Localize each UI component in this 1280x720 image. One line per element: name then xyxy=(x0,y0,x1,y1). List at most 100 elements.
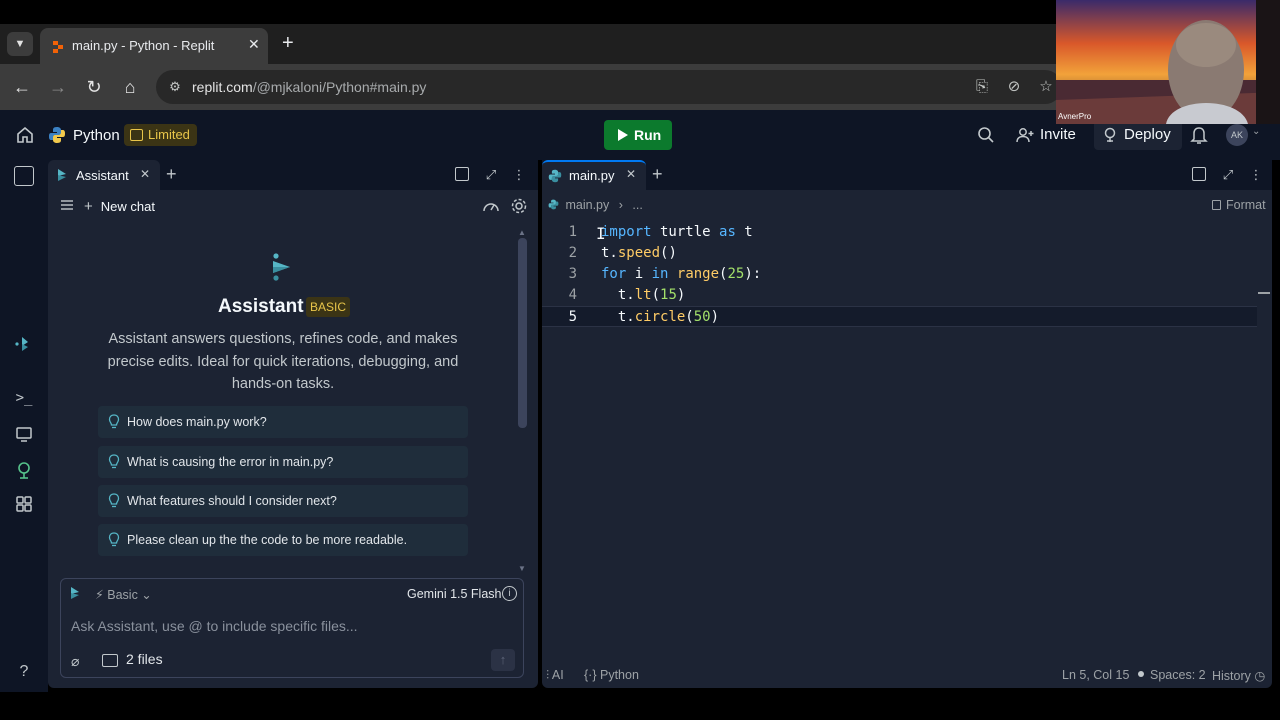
address-bar[interactable]: ⚙ replit.com/@mjkaloni/Python#main.py ⎘ … xyxy=(156,70,1062,104)
history-button[interactable]: History ◷ xyxy=(1212,668,1265,683)
terminal-icon[interactable]: >_ xyxy=(14,388,34,408)
attach-paperclip-icon[interactable]: ⌀ xyxy=(71,653,83,669)
format-icon xyxy=(1212,200,1221,210)
scroll-up-arrow-icon[interactable]: ▲ xyxy=(518,228,526,237)
help-question-icon[interactable]: ? xyxy=(14,662,34,682)
line-number: 2 xyxy=(568,245,577,261)
spaces-label: Spaces: 2 xyxy=(1150,668,1206,682)
reload-icon[interactable]: ↻ xyxy=(83,76,105,98)
code-text: for i in range(25): xyxy=(601,266,762,282)
eye-off-icon[interactable]: ⊘ xyxy=(1004,77,1024,97)
indent-status[interactable]: Spaces: 2 xyxy=(1138,668,1206,682)
screen: ▼ main.py - Python - Replit ✕ + ← → ↻ ⌂ … xyxy=(0,0,1280,720)
folder-icon[interactable] xyxy=(102,654,118,667)
speedometer-icon[interactable] xyxy=(482,198,500,214)
split-pane-icon[interactable] xyxy=(455,167,469,181)
new-chat-button[interactable]: + New chat xyxy=(84,198,155,215)
install-app-icon[interactable]: ⎘ xyxy=(972,77,992,97)
ai-status[interactable]: ⫶ AI xyxy=(546,668,564,683)
site-info-icon[interactable]: ⚙ xyxy=(166,78,184,96)
dot-icon xyxy=(1138,671,1144,677)
file-tree-icon[interactable] xyxy=(14,166,34,186)
breadcrumb-more[interactable]: ... xyxy=(632,198,642,212)
more-options-icon[interactable]: ⋮ xyxy=(511,167,527,183)
deploy-label: Deploy xyxy=(1124,126,1171,143)
assistant-rail-icon[interactable] xyxy=(14,334,34,354)
avatar[interactable]: AK xyxy=(1226,124,1248,146)
language-status[interactable]: {·} Python xyxy=(584,668,639,682)
webcam-overlay: AvnerPro xyxy=(1056,0,1280,124)
limited-badge[interactable]: Limited xyxy=(124,124,197,146)
add-tab-plus-icon[interactable]: + xyxy=(652,164,663,185)
maximize-icon[interactable]: ⤢ xyxy=(483,167,499,183)
close-tab-icon[interactable]: ✕ xyxy=(248,36,260,53)
back-arrow-icon[interactable]: ← xyxy=(11,76,33,98)
cursor-position[interactable]: Ln 5, Col 15 xyxy=(1062,668,1129,682)
tab-search-chevron-icon[interactable]: ▼ xyxy=(7,32,33,56)
hamburger-menu-icon[interactable] xyxy=(60,199,74,211)
code-editor[interactable]: 1 I import turtle as t 2 t.speed() 3 for… xyxy=(542,222,1257,327)
bottom-letterbox xyxy=(0,692,1280,720)
deployments-icon[interactable] xyxy=(14,460,34,480)
replit-favicon-icon xyxy=(53,41,63,53)
attached-files-label[interactable]: 2 files xyxy=(126,651,163,667)
status-bar: ⫶ AI {·} Python Ln 5, Col 15 Spaces: 2 H… xyxy=(542,662,1272,688)
suggestion-item[interactable]: Please clean up the the code to be more … xyxy=(98,524,468,556)
breadcrumb-file[interactable]: main.py xyxy=(565,198,609,212)
code-line[interactable]: 1 I import turtle as t xyxy=(542,222,1257,243)
code-line[interactable]: 3 for i in range(25): xyxy=(542,264,1257,285)
forward-arrow-icon[interactable]: → xyxy=(47,76,69,98)
home-icon[interactable]: ⌂ xyxy=(119,76,141,98)
grid-apps-icon[interactable] xyxy=(14,494,34,514)
model-name[interactable]: Gemini 1.5 Flash xyxy=(407,587,501,601)
settings-gear-icon[interactable] xyxy=(510,197,528,215)
more-options-icon[interactable]: ⋮ xyxy=(1248,167,1264,183)
suggestion-text: What is causing the error in main.py? xyxy=(127,455,334,469)
invite-button[interactable]: Invite xyxy=(1008,120,1088,150)
new-tab-plus-icon[interactable]: + xyxy=(282,32,294,54)
history-clock-icon: ◷ xyxy=(1254,669,1266,683)
send-arrow-icon[interactable]: ↑ xyxy=(491,649,515,671)
chat-composer: ⚡ Basic ⌄ Gemini 1.5 Flash i Ask Assista… xyxy=(60,578,524,678)
project-name[interactable]: Python xyxy=(73,127,120,144)
chevron-down-icon[interactable]: ⌄ xyxy=(1252,126,1260,137)
split-pane-icon[interactable] xyxy=(1192,167,1206,181)
notifications-bell-icon[interactable] xyxy=(1190,125,1208,145)
code-line[interactable]: 2 t.speed() xyxy=(542,243,1257,264)
suggestion-item[interactable]: How does main.py work? xyxy=(98,406,468,438)
editor-panel: main.py ✕ + ⤢ ⋮ main.py › ... Format 1 I… xyxy=(542,160,1272,688)
scroll-down-arrow-icon[interactable]: ▼ xyxy=(518,564,526,573)
suggestion-item[interactable]: What features should I consider next? xyxy=(98,485,468,517)
code-line[interactable]: 4 t.lt(15) xyxy=(542,285,1257,306)
deploy-button[interactable]: Deploy xyxy=(1094,120,1182,150)
format-button[interactable]: Format xyxy=(1212,198,1266,212)
run-button[interactable]: Run xyxy=(604,120,672,150)
suggestion-item[interactable]: What is causing the error in main.py? xyxy=(98,446,468,478)
basic-badge: BASIC xyxy=(306,297,351,317)
browser-tab-title: main.py - Python - Replit xyxy=(72,38,215,53)
tab-main-py[interactable]: main.py ✕ xyxy=(542,160,646,190)
line-number: 3 xyxy=(568,266,577,282)
add-tab-plus-icon[interactable]: + xyxy=(166,164,177,185)
maximize-icon[interactable]: ⤢ xyxy=(1220,167,1236,183)
monitor-icon[interactable] xyxy=(14,424,34,444)
editor-scrollbar-marker[interactable] xyxy=(1258,292,1270,294)
mode-selector[interactable]: ⚡ Basic ⌄ xyxy=(95,587,152,602)
webcam-video xyxy=(1056,0,1280,124)
tab-assistant-label: Assistant xyxy=(76,168,129,183)
suggestion-text: What features should I consider next? xyxy=(127,494,337,508)
close-tab-icon[interactable]: ✕ xyxy=(140,167,150,181)
search-icon[interactable] xyxy=(976,125,996,145)
tab-assistant[interactable]: Assistant ✕ xyxy=(48,160,160,190)
close-tab-icon[interactable]: ✕ xyxy=(626,167,636,181)
code-line-active[interactable]: 5 t.circle(50) xyxy=(542,306,1257,327)
url-text: replit.com/@mjkaloni/Python#main.py xyxy=(192,79,426,95)
assistant-scrollbar-thumb[interactable] xyxy=(518,238,527,428)
assistant-panel: Assistant ✕ + ⤢ ⋮ + New chat Assistant BA… xyxy=(48,160,538,688)
chat-input[interactable]: Ask Assistant, use @ to include specific… xyxy=(71,618,358,634)
ai-label: AI xyxy=(551,668,564,682)
replit-home-icon[interactable] xyxy=(14,124,36,146)
browser-tab-active[interactable]: main.py - Python - Replit ✕ xyxy=(40,28,268,64)
bookmark-star-icon[interactable]: ☆ xyxy=(1036,77,1056,97)
info-icon[interactable]: i xyxy=(502,586,517,601)
